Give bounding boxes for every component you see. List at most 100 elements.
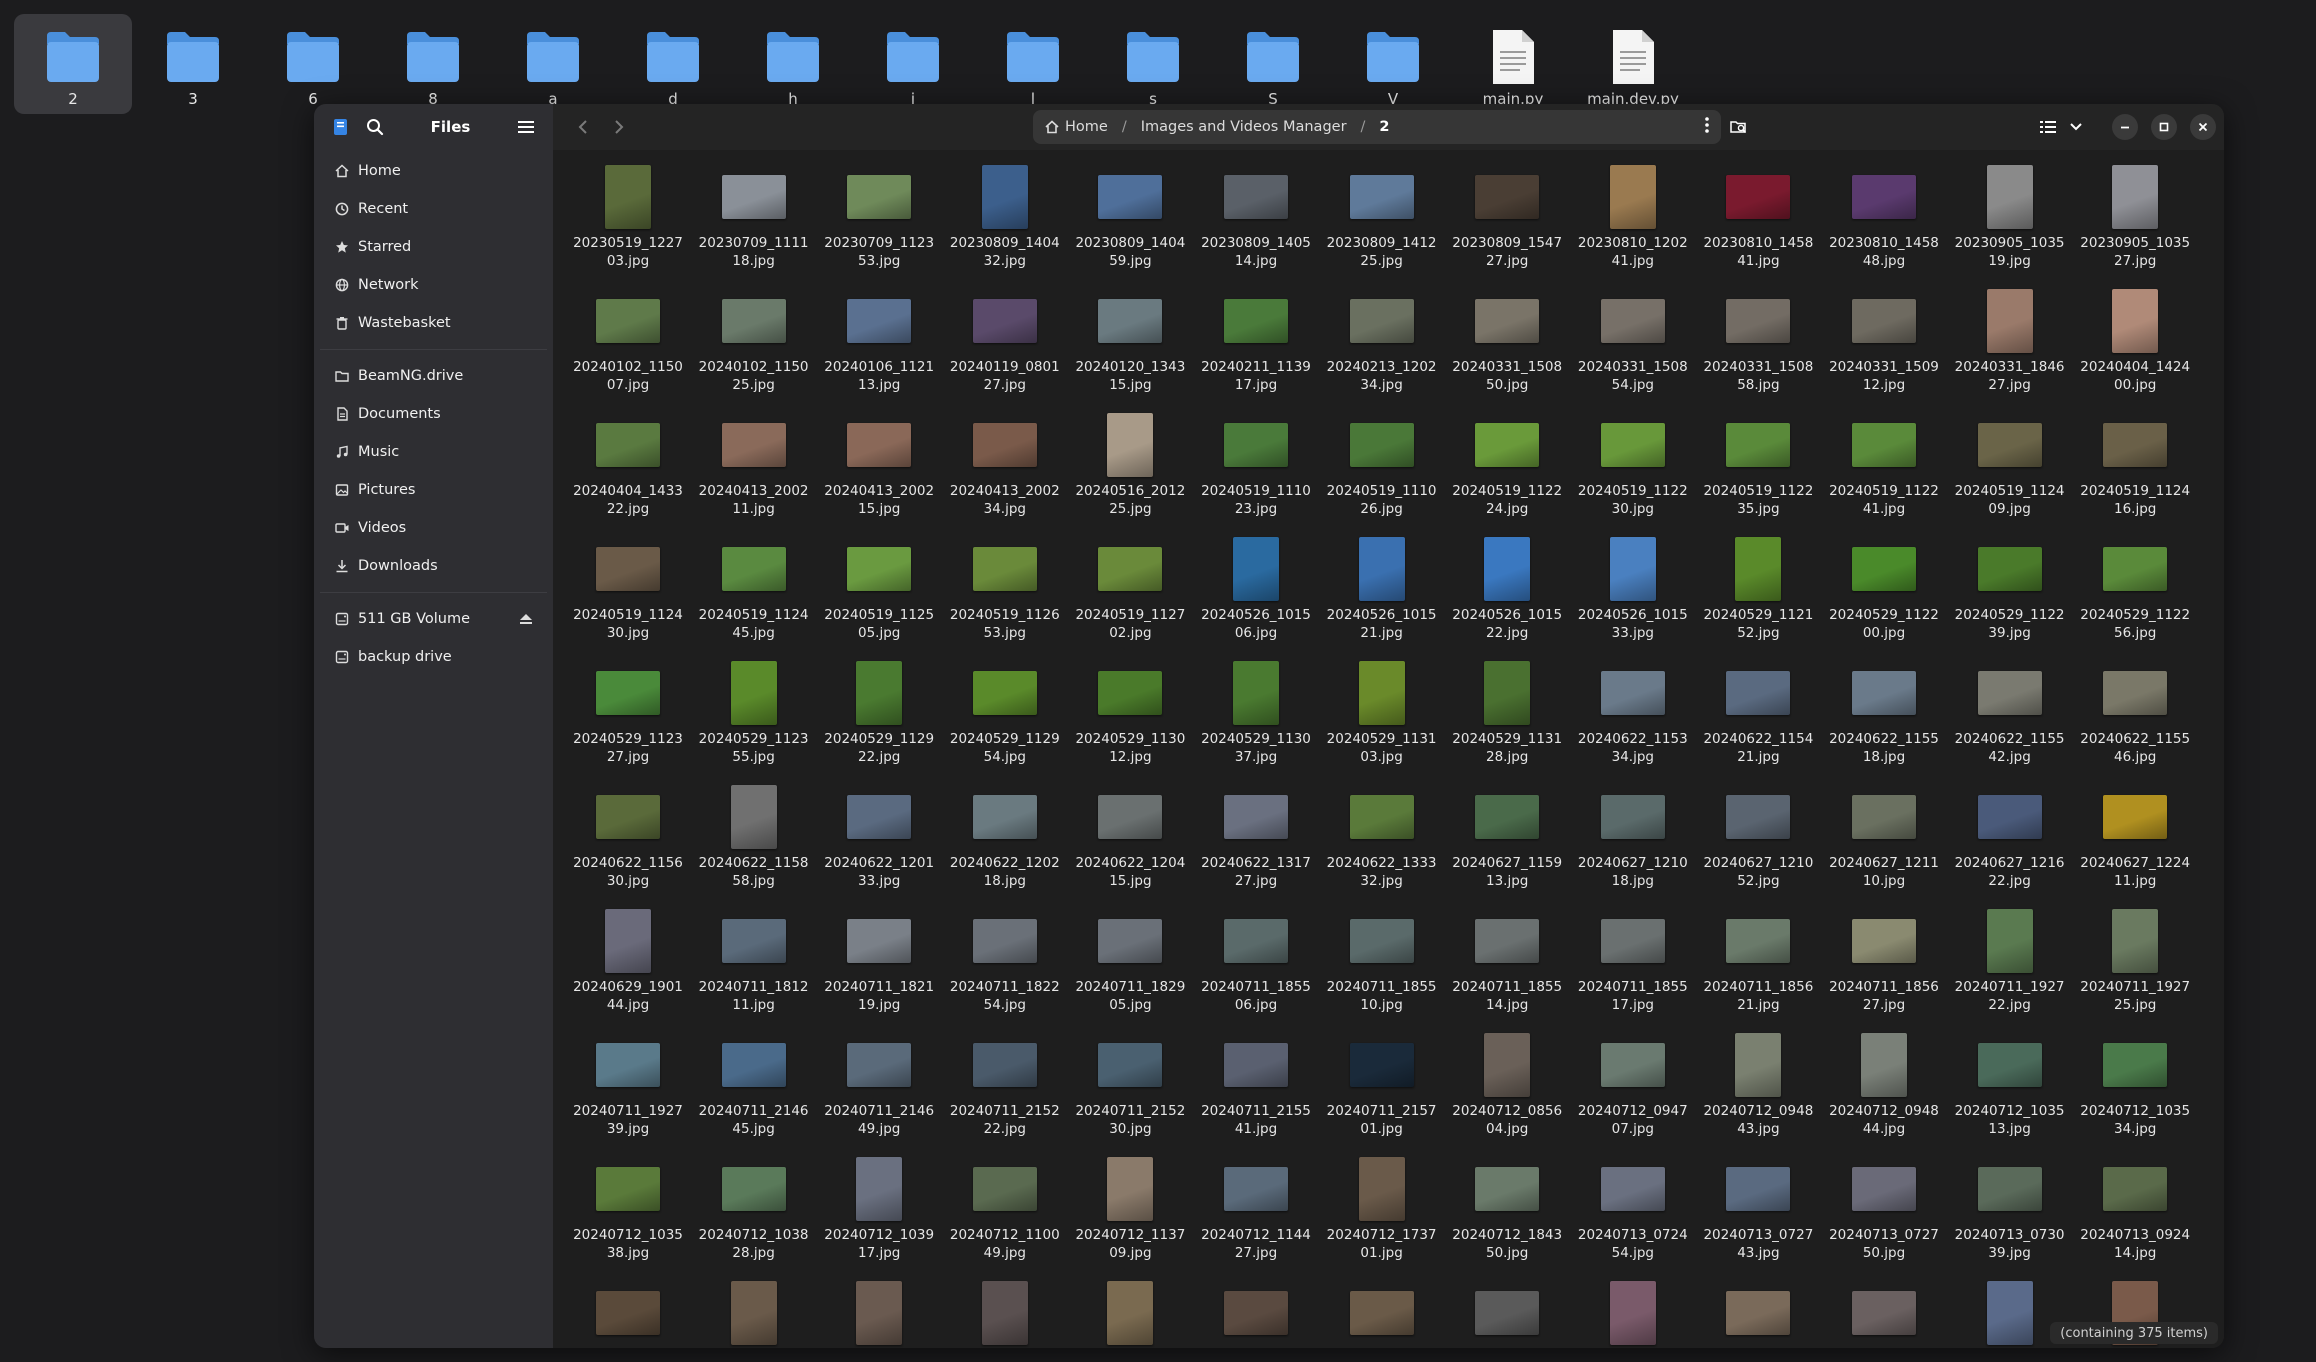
file-item[interactable]: 20240627_1210 52.jpg	[1695, 784, 1821, 908]
file-item[interactable]: 20240519_1110 23.jpg	[1193, 412, 1319, 536]
file-item[interactable]: 20230905_1035 27.jpg	[2072, 164, 2198, 288]
file-item[interactable]: 20240529_1129 54.jpg	[942, 660, 1068, 784]
file-item[interactable]: 20240711_1829 05.jpg	[1067, 908, 1193, 1032]
file-item[interactable]: 20240519_1122 24.jpg	[1444, 412, 1570, 536]
file-item[interactable]: 20240622_1333 32.jpg	[1319, 784, 1445, 908]
file-item[interactable]: 20240711_1855 06.jpg	[1193, 908, 1319, 1032]
desktop-folder[interactable]: l	[974, 14, 1092, 114]
file-item[interactable]: 20230809_1547 27.jpg	[1444, 164, 1570, 288]
file-item[interactable]: 20240526_1015 22.jpg	[1444, 536, 1570, 660]
file-item[interactable]: 20240711_2146 45.jpg	[691, 1032, 817, 1156]
file-item[interactable]: 20230809_1412 25.jpg	[1319, 164, 1445, 288]
desktop-folder[interactable]: S	[1214, 14, 1332, 114]
file-item[interactable]: 20240529_1131 03.jpg	[1319, 660, 1445, 784]
file-item[interactable]: 20240711_2155 41.jpg	[1193, 1032, 1319, 1156]
file-item[interactable]: 20240529_1123 27.jpg	[565, 660, 691, 784]
desktop-folder[interactable]: 2	[14, 14, 132, 114]
desktop-folder[interactable]: V	[1334, 14, 1452, 114]
sidebar-item-home[interactable]: Home	[314, 152, 553, 190]
file-item[interactable]: 20240713_0730 39.jpg	[1947, 1156, 2073, 1280]
file-item[interactable]: 20240331_1509 12.jpg	[1821, 288, 1947, 412]
path-menu-icon[interactable]	[1705, 117, 1709, 137]
file-item[interactable]: 20240622_1156 30.jpg	[565, 784, 691, 908]
file-item[interactable]: 20240526_1015 33.jpg	[1570, 536, 1696, 660]
file-item[interactable]: 20240622_1153 34.jpg	[1570, 660, 1696, 784]
search-location-icon[interactable]	[1721, 110, 1757, 144]
file-item[interactable]: 20240529_1130 12.jpg	[1067, 660, 1193, 784]
file-item[interactable]: 20230810_1202 41.jpg	[1570, 164, 1696, 288]
file-item[interactable]: 20240711_1855 17.jpg	[1570, 908, 1696, 1032]
file-item[interactable]: 20230809_1404 59.jpg	[1067, 164, 1193, 288]
desktop-folder[interactable]: h	[734, 14, 852, 114]
file-item[interactable]: 20240712_1737 01.jpg	[1319, 1156, 1445, 1280]
file-item[interactable]: 20240331_1508 58.jpg	[1695, 288, 1821, 412]
file-item[interactable]: 20240712_0948 43.jpg	[1695, 1032, 1821, 1156]
file-item[interactable]: 20240712_0948 44.jpg	[1821, 1032, 1947, 1156]
file-item[interactable]	[1695, 1280, 1821, 1348]
file-item[interactable]: 20240519_1122 41.jpg	[1821, 412, 1947, 536]
file-item[interactable]: 20240712_0947 07.jpg	[1570, 1032, 1696, 1156]
file-item[interactable]: 20240711_2152 30.jpg	[1067, 1032, 1193, 1156]
file-item[interactable]	[1319, 1280, 1445, 1348]
file-item[interactable]: 20240712_0856 04.jpg	[1444, 1032, 1570, 1156]
file-item[interactable]: 20240627_1224 11.jpg	[2072, 784, 2198, 908]
file-item[interactable]: 20240712_1035 34.jpg	[2072, 1032, 2198, 1156]
file-item[interactable]: 20240516_2012 25.jpg	[1067, 412, 1193, 536]
file-item[interactable]: 20240413_2002 34.jpg	[942, 412, 1068, 536]
file-item[interactable]: 20240627_1211 10.jpg	[1821, 784, 1947, 908]
file-item[interactable]: 20240622_1155 42.jpg	[1947, 660, 2073, 784]
file-item[interactable]: 20240712_1039 17.jpg	[816, 1156, 942, 1280]
file-item[interactable]: 20240331_1508 54.jpg	[1570, 288, 1696, 412]
main-menu-icon[interactable]	[509, 110, 543, 144]
file-item[interactable]: 20240622_1201 33.jpg	[816, 784, 942, 908]
file-item[interactable]: 20240627_1216 22.jpg	[1947, 784, 2073, 908]
file-item[interactable]: 20240711_1821 19.jpg	[816, 908, 942, 1032]
file-item[interactable]: 20240622_1154 21.jpg	[1695, 660, 1821, 784]
file-item[interactable]	[1570, 1280, 1696, 1348]
file-item[interactable]: 20240529_1129 22.jpg	[816, 660, 942, 784]
file-item[interactable]	[691, 1280, 817, 1348]
file-item[interactable]: 20240711_2152 22.jpg	[942, 1032, 1068, 1156]
file-item[interactable]: 20240529_1131 28.jpg	[1444, 660, 1570, 784]
file-item[interactable]: 20240529_1122 56.jpg	[2072, 536, 2198, 660]
file-item[interactable]: 20240213_1202 34.jpg	[1319, 288, 1445, 412]
file-item[interactable]: 20240711_2157 01.jpg	[1319, 1032, 1445, 1156]
sidebar-item-wastebasket[interactable]: Wastebasket	[314, 304, 553, 342]
file-item[interactable]: 20240622_1155 18.jpg	[1821, 660, 1947, 784]
file-item[interactable]: 20240519_1122 35.jpg	[1695, 412, 1821, 536]
sidebar-item-documents[interactable]: Documents	[314, 395, 553, 433]
sidebar-item-downloads[interactable]: Downloads	[314, 547, 553, 585]
desktop-folder[interactable]: i	[854, 14, 972, 114]
file-item[interactable]: 20240622_1155 46.jpg	[2072, 660, 2198, 784]
file-item[interactable]: 20240529_1121 52.jpg	[1695, 536, 1821, 660]
file-item[interactable]	[565, 1280, 691, 1348]
sidebar-item-music[interactable]: Music	[314, 433, 553, 471]
breadcrumb-current[interactable]: 2	[1379, 119, 1389, 135]
file-item[interactable]: 20240622_1202 18.jpg	[942, 784, 1068, 908]
file-item[interactable]: 20240711_1856 21.jpg	[1695, 908, 1821, 1032]
file-item[interactable]: 20240404_1424 00.jpg	[2072, 288, 2198, 412]
file-item[interactable]: 20240526_1015 21.jpg	[1319, 536, 1445, 660]
file-item[interactable]: 20240519_1124 45.jpg	[691, 536, 817, 660]
file-item[interactable]: 20240519_1125 05.jpg	[816, 536, 942, 660]
view-options-chevron-down-icon[interactable]	[2064, 110, 2088, 144]
close-button[interactable]	[2190, 114, 2216, 140]
file-item[interactable]: 20240331_1846 27.jpg	[1947, 288, 2073, 412]
file-item[interactable]: 20240404_1433 22.jpg	[565, 412, 691, 536]
file-item[interactable]: 20240712_1035 38.jpg	[565, 1156, 691, 1280]
file-item[interactable]: 20240713_0727 50.jpg	[1821, 1156, 1947, 1280]
file-item[interactable]: 20230709_1111 18.jpg	[691, 164, 817, 288]
file-item[interactable]: 20240711_1855 14.jpg	[1444, 908, 1570, 1032]
maximize-button[interactable]	[2151, 114, 2177, 140]
file-item[interactable]: 20240413_2002 11.jpg	[691, 412, 817, 536]
desktop-folder[interactable]: s	[1094, 14, 1212, 114]
forward-button[interactable]	[601, 110, 637, 144]
sidebar-item-pictures[interactable]: Pictures	[314, 471, 553, 509]
file-item[interactable]: 20240627_1159 13.jpg	[1444, 784, 1570, 908]
file-item[interactable]: 20240119_0801 27.jpg	[942, 288, 1068, 412]
file-item[interactable]: 20240712_1843 50.jpg	[1444, 1156, 1570, 1280]
sidebar-item-511-gb-volume[interactable]: 511 GB Volume	[314, 600, 553, 638]
file-item[interactable]: 20240519_1122 30.jpg	[1570, 412, 1696, 536]
desktop-folder[interactable]: d	[614, 14, 732, 114]
sidebar-item-videos[interactable]: Videos	[314, 509, 553, 547]
